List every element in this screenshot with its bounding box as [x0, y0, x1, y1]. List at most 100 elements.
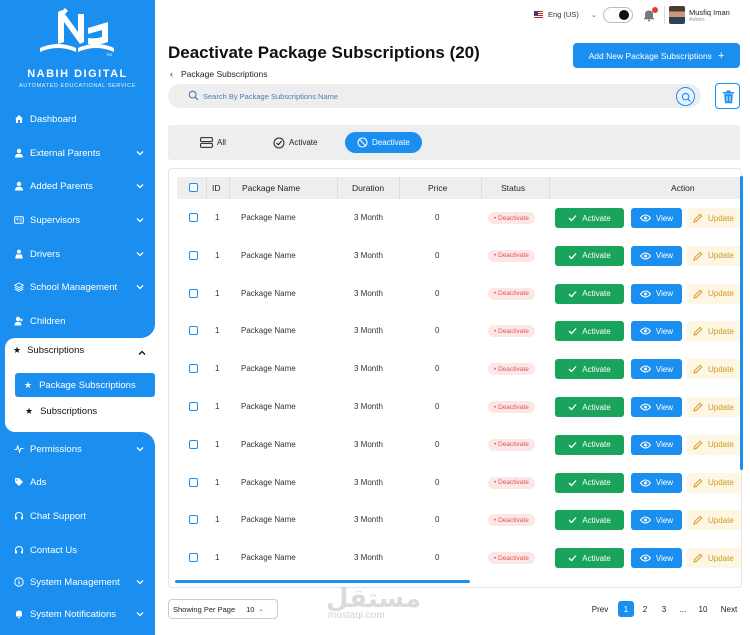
activate-button[interactable]: Activate — [555, 245, 624, 266]
update-button[interactable]: Update — [687, 397, 741, 417]
view-button[interactable]: View — [631, 472, 682, 493]
view-button[interactable]: View — [631, 245, 682, 266]
view-button[interactable]: View — [631, 510, 682, 531]
activate-button[interactable]: Activate — [555, 397, 624, 417]
search-button[interactable] — [676, 87, 695, 106]
update-label: Update — [708, 213, 734, 223]
row-checkbox[interactable] — [189, 250, 198, 260]
sidebar-item-subscriptions[interactable]: ★ Subscriptions — [13, 345, 84, 356]
sidebar-item-added-parents[interactable]: Added Parents — [0, 172, 155, 200]
update-button[interactable]: Update — [687, 359, 741, 380]
sidebar-item-system-management[interactable]: System Management — [0, 568, 155, 596]
view-button[interactable]: View — [631, 359, 682, 380]
chevron-up-icon[interactable] — [137, 348, 147, 358]
activate-button[interactable]: Activate — [555, 548, 624, 569]
sidebar-group-subscriptions: ★ Subscriptions ★ Package Subscriptions … — [5, 338, 155, 432]
pagination-page-1[interactable]: 1 — [618, 601, 634, 617]
row-checkbox[interactable] — [189, 326, 198, 336]
status-filter-bar: All Activate Deactivate — [168, 125, 740, 160]
sidebar-item-supervisors[interactable]: Supervisors — [0, 206, 155, 234]
vertical-scrollbar[interactable] — [740, 176, 743, 470]
column-header-status[interactable]: Status — [501, 183, 525, 193]
column-header-package-name[interactable]: Package Name — [242, 183, 300, 193]
pagination-page-10[interactable]: 10 — [694, 601, 712, 617]
update-button[interactable]: Update — [687, 548, 741, 569]
language-selector[interactable]: Eng (US) ⌄ — [534, 10, 597, 19]
sidebar-item-dashboard[interactable]: Dashboard — [0, 105, 155, 133]
horizontal-scrollbar[interactable] — [175, 580, 470, 583]
sidebar-item-school-management[interactable]: School Management — [0, 273, 155, 301]
column-header-price[interactable]: Price — [428, 183, 447, 193]
view-button[interactable]: View — [631, 283, 682, 304]
update-label: Update — [708, 440, 734, 450]
view-label: View — [655, 289, 674, 299]
add-package-subscription-button[interactable]: Add New Package Subscriptions + — [573, 43, 740, 68]
view-button[interactable]: View — [631, 397, 682, 417]
delete-button[interactable] — [715, 83, 740, 109]
status-badge: • Deactivate — [488, 476, 535, 489]
column-header-duration[interactable]: Duration — [352, 183, 384, 193]
avatar[interactable] — [669, 6, 685, 24]
cell-price: 0 — [435, 364, 440, 374]
sidebar-item-system-notifications[interactable]: System Notifications — [0, 600, 155, 628]
pencil-icon — [693, 326, 703, 337]
row-checkbox[interactable] — [189, 364, 198, 374]
per-page-select[interactable]: Showing Per Page 10 ⌄ — [168, 599, 278, 619]
activate-button[interactable]: Activate — [555, 321, 624, 342]
activate-button[interactable]: Activate — [555, 208, 624, 228]
sidebar-item-external-parents[interactable]: External Parents — [0, 139, 155, 167]
update-button[interactable]: Update — [687, 510, 741, 531]
update-label: Update — [708, 515, 734, 525]
column-header-id[interactable]: ID — [212, 183, 221, 193]
search-input[interactable] — [203, 87, 663, 105]
row-checkbox[interactable] — [189, 553, 198, 563]
sidebar-item-ads[interactable]: Ads — [0, 468, 155, 496]
sidebar-item-chat-support[interactable]: Chat Support — [0, 502, 155, 530]
view-button[interactable]: View — [631, 208, 682, 228]
activate-button[interactable]: Activate — [555, 472, 624, 493]
table-row: 1 Package Name 3 Month 0 • Deactivate Activat… — [169, 464, 741, 502]
row-checkbox[interactable] — [189, 477, 198, 487]
activate-button[interactable]: Activate — [555, 434, 624, 455]
sidebar-item-permissions[interactable]: Permissions — [0, 435, 155, 463]
update-button[interactable]: Update — [687, 472, 741, 493]
row-checkbox[interactable] — [189, 213, 198, 222]
cell-package-name: Package Name — [241, 213, 296, 222]
table-row: 1 Package Name 3 Month 0 • Deactivate Activat… — [169, 199, 741, 237]
chevron-left-icon[interactable]: ‹ — [170, 69, 173, 79]
sidebar-item-children[interactable]: Children — [0, 307, 155, 335]
filter-tab-activate[interactable]: Activate — [273, 132, 317, 153]
activate-label: Activate — [582, 251, 611, 261]
theme-toggle[interactable] — [603, 7, 633, 23]
status-label: Deactivate — [498, 479, 529, 487]
view-button[interactable]: View — [631, 321, 682, 342]
update-button[interactable]: Update — [687, 283, 741, 304]
activate-button[interactable]: Activate — [555, 283, 624, 304]
breadcrumb[interactable]: ‹ Package Subscriptions — [170, 69, 267, 79]
update-button[interactable]: Update — [687, 208, 741, 228]
brand-logo[interactable]: TM NABIH DIGITAL AUTOMATED EDUCATIONAL S… — [0, 0, 155, 100]
sidebar-item-label: Subscriptions — [27, 345, 85, 356]
filter-tab-deactivate[interactable]: Deactivate — [345, 132, 422, 153]
filter-tab-all[interactable]: All — [200, 132, 226, 153]
pagination-prev[interactable]: Prev — [590, 601, 610, 617]
select-all-checkbox[interactable] — [189, 183, 198, 192]
sidebar-subitem-package-subscriptions[interactable]: ★ Package Subscriptions — [15, 373, 155, 397]
activate-button[interactable]: Activate — [555, 359, 624, 380]
update-button[interactable]: Update — [687, 434, 741, 455]
row-checkbox[interactable] — [189, 402, 198, 411]
update-button[interactable]: Update — [687, 245, 741, 266]
pagination-next[interactable]: Next — [718, 601, 740, 617]
sidebar-item-contact-us[interactable]: Contact Us — [0, 536, 155, 564]
row-checkbox[interactable] — [189, 439, 198, 449]
row-checkbox[interactable] — [189, 515, 198, 525]
pagination-page-2[interactable]: 2 — [637, 601, 653, 617]
view-button[interactable]: View — [631, 434, 682, 455]
sidebar-item-drivers[interactable]: Drivers — [0, 240, 155, 268]
activate-button[interactable]: Activate — [555, 510, 624, 531]
view-button[interactable]: View — [631, 548, 682, 569]
sidebar-subitem-subscriptions[interactable]: ★ Subscriptions — [25, 406, 97, 417]
row-checkbox[interactable] — [189, 288, 198, 298]
pagination-page-3[interactable]: 3 — [656, 601, 672, 617]
update-button[interactable]: Update — [687, 321, 741, 342]
